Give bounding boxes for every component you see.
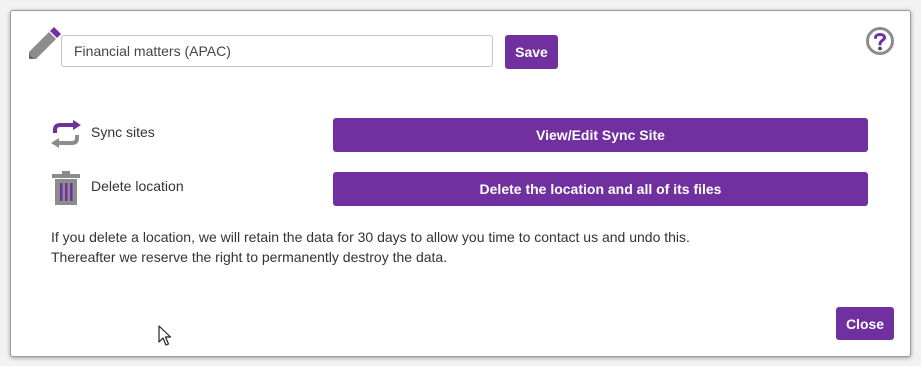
view-edit-sync-site-button[interactable]: View/Edit Sync Site <box>333 118 868 152</box>
close-button[interactable]: Close <box>836 307 894 340</box>
delete-location-button[interactable]: Delete the location and all of its files <box>333 172 868 206</box>
help-question-icon[interactable] <box>865 26 895 56</box>
retention-info-line-2: Thereafter we reserve the right to perma… <box>51 249 448 265</box>
pencil-icon <box>29 27 61 59</box>
sync-icon <box>51 120 81 148</box>
retention-info-line-1: If you delete a location, we will retain… <box>51 229 690 245</box>
trash-icon <box>52 171 80 205</box>
sync-sites-label: Sync sites <box>91 124 155 140</box>
retention-info-text: If you delete a location, we will retain… <box>51 227 690 267</box>
delete-location-label: Delete location <box>91 178 184 194</box>
location-settings-dialog: Save Sync sites View/Edit Sync Site Dele… <box>10 10 911 357</box>
mouse-cursor-icon <box>158 325 172 346</box>
screen-background: Save Sync sites View/Edit Sync Site Dele… <box>0 0 921 366</box>
location-name-input[interactable] <box>61 35 493 67</box>
save-button[interactable]: Save <box>505 35 558 69</box>
